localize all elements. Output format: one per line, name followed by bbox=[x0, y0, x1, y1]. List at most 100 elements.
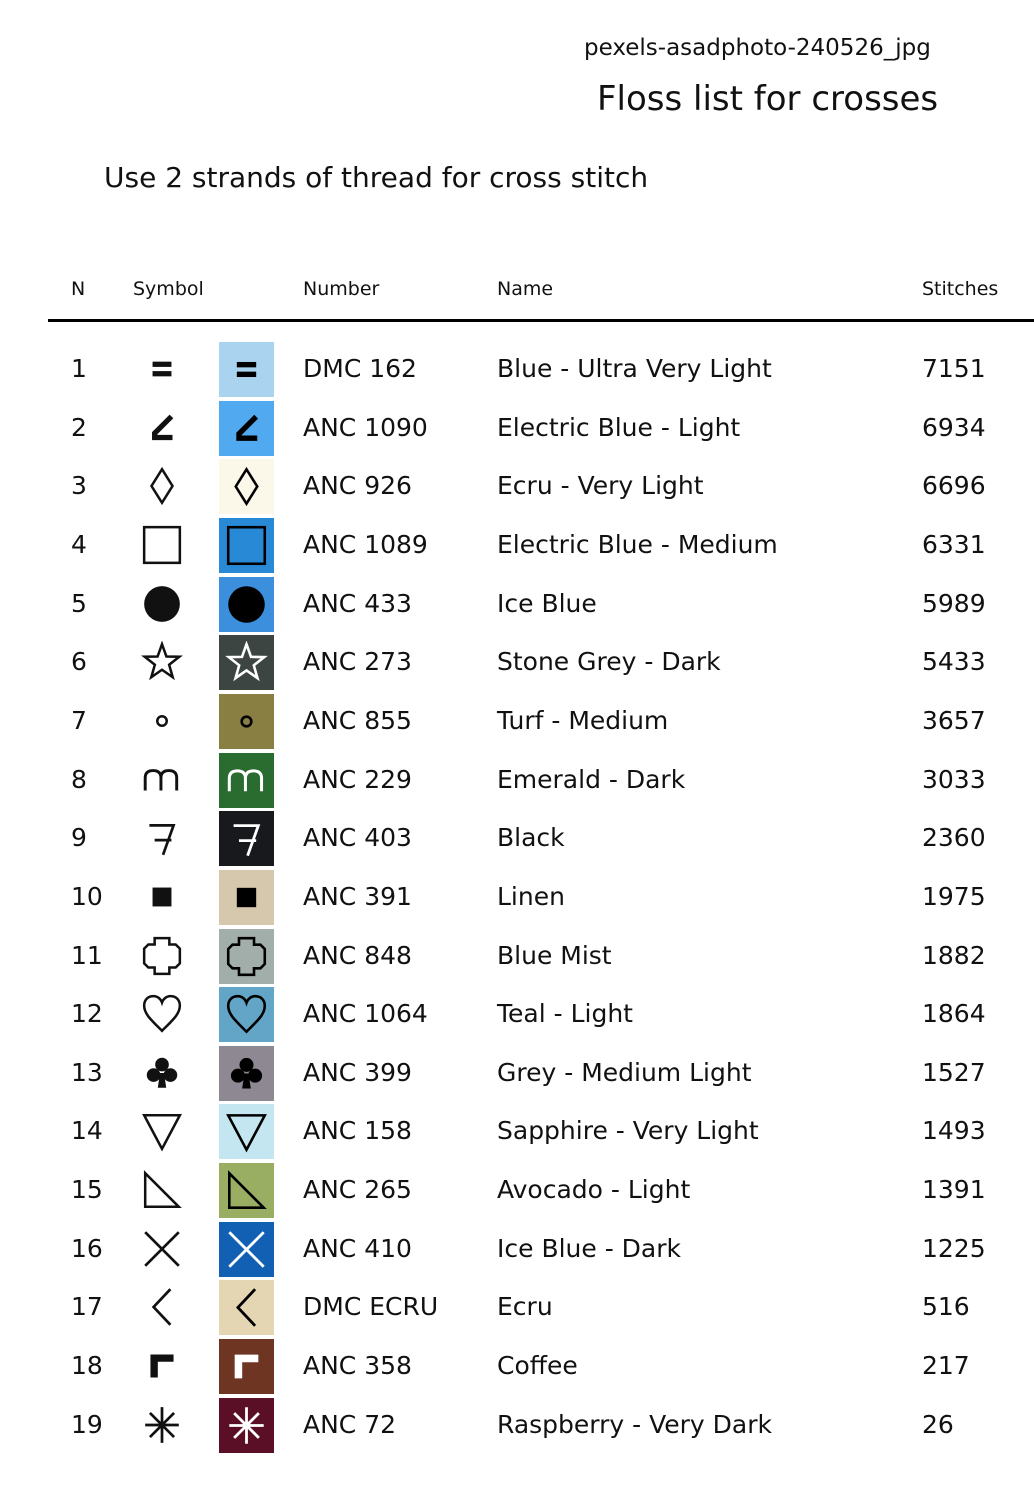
header-rule bbox=[48, 319, 1034, 322]
stitch-count: 516 bbox=[922, 1292, 970, 1322]
color-swatch bbox=[219, 1339, 274, 1395]
table-row: 7 ANC 855 Turf - Medium 3657 bbox=[0, 692, 1034, 750]
right-triangle-icon bbox=[141, 1169, 183, 1211]
instruction-note: Use 2 strands of thread for cross stitch bbox=[104, 161, 649, 194]
floss-number: ANC 399 bbox=[303, 1057, 412, 1087]
color-swatch bbox=[219, 1221, 274, 1277]
row-index: 1 bbox=[71, 354, 87, 383]
color-swatch bbox=[219, 811, 274, 867]
column-header-number: Number bbox=[303, 278, 380, 300]
row-index: 4 bbox=[71, 529, 87, 559]
color-swatch bbox=[219, 987, 274, 1043]
floss-name: Electric Blue - Medium bbox=[497, 529, 778, 559]
seven-glyph-icon bbox=[141, 817, 183, 859]
table-row: 9 ANC 403 Black 2360 bbox=[0, 809, 1034, 867]
row-index: 15 bbox=[71, 1175, 103, 1205]
floss-number: ANC 1064 bbox=[303, 999, 428, 1029]
column-header-n: N bbox=[71, 278, 86, 300]
row-index: 19 bbox=[71, 1409, 103, 1439]
color-swatch bbox=[219, 517, 274, 573]
floss-name: Electric Blue - Light bbox=[497, 412, 741, 442]
stitch-count: 217 bbox=[922, 1351, 970, 1381]
table-row: 5 ANC 433 Ice Blue 5989 bbox=[0, 575, 1034, 633]
floss-number: ANC 855 bbox=[303, 705, 412, 735]
floss-number: ANC 1090 bbox=[303, 412, 428, 442]
stitch-count: 7151 bbox=[922, 354, 986, 383]
floss-number: DMC ECRU bbox=[303, 1292, 439, 1322]
floss-number: ANC 158 bbox=[303, 1116, 412, 1146]
color-swatch bbox=[219, 1045, 274, 1101]
stitch-count: 1527 bbox=[922, 1057, 986, 1087]
floss-name: Emerald - Dark bbox=[497, 764, 686, 794]
row-index: 6 bbox=[71, 647, 87, 677]
floss-number: ANC 265 bbox=[303, 1175, 412, 1205]
table-row: 12 ANC 1064 Teal - Light 1864 bbox=[0, 985, 1034, 1043]
stitch-count: 1882 bbox=[922, 940, 986, 970]
color-swatch bbox=[219, 752, 274, 808]
stitch-count: 5433 bbox=[922, 647, 986, 677]
row-index: 18 bbox=[71, 1351, 103, 1381]
table-row: 13 ANC 399 Grey - Medium Light 1527 bbox=[0, 1044, 1034, 1102]
color-swatch bbox=[219, 1163, 274, 1219]
table-row: 10 ANC 391 Linen 1975 bbox=[0, 868, 1034, 926]
row-index: 13 bbox=[71, 1057, 103, 1087]
stitch-count: 6696 bbox=[922, 471, 986, 501]
floss-number: ANC 1089 bbox=[303, 529, 428, 559]
floss-name: Raspberry - Very Dark bbox=[497, 1409, 772, 1439]
table-row: 1 DMC 162 Blue - Ultra Very Light 7151 bbox=[0, 340, 1034, 398]
row-index: 17 bbox=[71, 1292, 103, 1322]
floss-number: ANC 391 bbox=[303, 881, 412, 911]
stitch-count: 1864 bbox=[922, 999, 986, 1029]
row-index: 14 bbox=[71, 1116, 103, 1146]
floss-name: Ice Blue bbox=[497, 588, 597, 618]
row-index: 3 bbox=[71, 471, 87, 501]
color-swatch bbox=[219, 400, 274, 456]
table-row: 19 ANC 72 Raspberry - Very Dark 26 bbox=[0, 1396, 1034, 1454]
letter-m-icon bbox=[141, 759, 183, 801]
floss-name: Ecru bbox=[497, 1292, 553, 1322]
column-header-stitches: Stitches bbox=[922, 278, 999, 300]
row-index: 16 bbox=[71, 1233, 103, 1263]
row-index: 9 bbox=[71, 823, 87, 853]
color-swatch bbox=[219, 1280, 274, 1336]
floss-name: Teal - Light bbox=[497, 999, 633, 1029]
table-row: 14 ANC 158 Sapphire - Very Light 1493 bbox=[0, 1102, 1034, 1160]
diamond-outline-icon bbox=[141, 465, 183, 507]
table-row: 6 ANC 273 Stone Grey - Dark 5433 bbox=[0, 633, 1034, 691]
column-header-symbol: Symbol bbox=[133, 278, 204, 300]
floss-name: Avocado - Light bbox=[497, 1175, 691, 1205]
row-index: 12 bbox=[71, 999, 103, 1029]
floss-number: ANC 72 bbox=[303, 1409, 397, 1439]
stitch-count: 6934 bbox=[922, 412, 986, 442]
table-row: 18 ANC 358 Coffee 217 bbox=[0, 1337, 1034, 1395]
table-row: 11 ANC 848 Blue Mist 1882 bbox=[0, 927, 1034, 985]
page-title: Floss list for crosses bbox=[597, 79, 939, 119]
stitch-count: 6331 bbox=[922, 529, 986, 559]
color-swatch bbox=[219, 869, 274, 925]
color-swatch bbox=[219, 635, 274, 691]
floss-name: Linen bbox=[497, 881, 565, 911]
floss-number: ANC 229 bbox=[303, 764, 412, 794]
file-name: pexels-asadphoto-240526_jpg bbox=[584, 35, 931, 61]
row-index: 11 bbox=[71, 940, 103, 970]
floss-name: Grey - Medium Light bbox=[497, 1057, 752, 1087]
table-row: 8 ANC 229 Emerald - Dark 3033 bbox=[0, 751, 1034, 809]
floss-number: DMC 162 bbox=[303, 354, 417, 383]
square-outline-icon bbox=[141, 524, 183, 566]
floss-name: Sapphire - Very Light bbox=[497, 1116, 759, 1146]
floss-name: Turf - Medium bbox=[497, 705, 669, 735]
row-index: 7 bbox=[71, 705, 87, 735]
row-index: 5 bbox=[71, 588, 87, 618]
stitch-count: 5989 bbox=[922, 588, 986, 618]
asterisk-icon bbox=[141, 1404, 183, 1446]
table-row: 2 ANC 1090 Electric Blue - Light 6934 bbox=[0, 399, 1034, 457]
floss-number: ANC 433 bbox=[303, 588, 412, 618]
floss-number: ANC 403 bbox=[303, 823, 412, 853]
table-row: 15 ANC 265 Avocado - Light 1391 bbox=[0, 1161, 1034, 1219]
table-row: 16 ANC 410 Ice Blue - Dark 1225 bbox=[0, 1220, 1034, 1278]
color-swatch bbox=[219, 342, 274, 397]
floss-name: Ice Blue - Dark bbox=[497, 1233, 682, 1263]
floss-name: Coffee bbox=[497, 1351, 578, 1381]
floss-name: Blue Mist bbox=[497, 940, 612, 970]
x-mark-icon bbox=[141, 1228, 183, 1270]
